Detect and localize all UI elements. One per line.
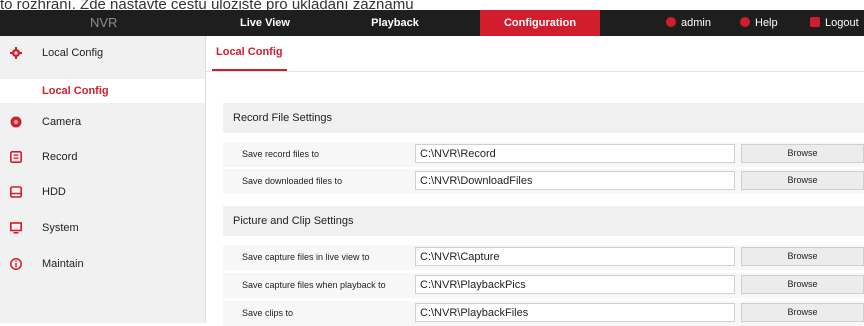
sidebar-subitem-label: Local Config (42, 85, 109, 97)
sidebar-item-label: HDD (42, 186, 66, 198)
main-tab-bar: Local Config (206, 36, 864, 72)
section-title: Picture and Clip Settings (233, 215, 354, 227)
setting-row: Save downloaded files to C:\NVR\Download… (223, 169, 864, 194)
section-header-record-file-settings: Record File Settings (223, 103, 864, 133)
tab-live-view[interactable]: Live View (200, 10, 330, 36)
camera-icon (10, 116, 22, 128)
logout-icon (810, 17, 820, 28)
sidebar-item-hdd[interactable]: HDD (0, 175, 205, 209)
browse-button[interactable]: Browse (741, 275, 864, 294)
sidebar-subitem-local-config[interactable]: Local Config (0, 79, 205, 103)
setting-row: Save clips to C:\NVR\PlaybackFiles Brows… (223, 301, 864, 326)
browse-button[interactable]: Browse (741, 144, 864, 163)
sidebar-item-maintain[interactable]: Maintain (0, 247, 205, 281)
browse-button[interactable]: Browse (741, 247, 864, 266)
tab-local-config[interactable]: Local Config (212, 36, 287, 71)
main-content: Local Config Record File Settings Save r… (206, 36, 864, 326)
sidebar: Local Config Local Config Camera Record … (0, 36, 206, 323)
record-path-field[interactable]: C:\NVR\Record (415, 144, 735, 163)
playback-pics-path-field[interactable]: C:\NVR\PlaybackPics (415, 275, 735, 294)
logout-label: Logout (825, 17, 859, 29)
setting-label: Save clips to (242, 308, 294, 318)
browse-button[interactable]: Browse (741, 171, 864, 190)
sidebar-item-record[interactable]: Record (0, 140, 205, 174)
top-navigation-bar: NVR Live View Playback Configuration adm… (0, 10, 864, 36)
download-path-field[interactable]: C:\NVR\DownloadFiles (415, 171, 735, 190)
tab-configuration[interactable]: Configuration (480, 10, 600, 36)
caption-text: to rozhraní. Zde nastavte cestu úložiště… (0, 0, 414, 10)
sidebar-item-label: Camera (42, 116, 82, 128)
sidebar-item-label: Local Config (42, 47, 104, 59)
clips-path-field[interactable]: C:\NVR\PlaybackFiles (415, 303, 735, 322)
user-menu[interactable]: admin (666, 10, 711, 36)
username-label: admin (681, 17, 711, 29)
setting-row: Save capture files when playback to C:\N… (223, 273, 864, 298)
setting-label: Save record files to (242, 149, 320, 159)
sidebar-item-system[interactable]: System (0, 211, 205, 245)
record-icon (10, 151, 22, 163)
setting-label: Save capture files in live view to (242, 252, 370, 262)
sidebar-item-local-config[interactable]: Local Config (0, 36, 205, 70)
sidebar-item-label: Maintain (42, 258, 84, 270)
section-header-picture-clip-settings: Picture and Clip Settings (223, 206, 864, 236)
brand-logo: NVR (90, 15, 118, 30)
section-title: Record File Settings (233, 112, 333, 124)
browse-button[interactable]: Browse (741, 303, 864, 322)
sidebar-item-camera[interactable]: Camera (0, 105, 205, 139)
sidebar-item-label: System (42, 222, 79, 234)
sidebar-item-label: Record (42, 151, 78, 163)
help-link[interactable]: Help (740, 10, 778, 36)
setting-label: Save downloaded files to (242, 176, 343, 186)
monitor-icon (10, 222, 22, 234)
hdd-icon (10, 186, 22, 198)
user-icon (666, 17, 676, 28)
setting-row: Save record files to C:\NVR\Record Brows… (223, 142, 864, 167)
document-caption-fragment: to rozhraní. Zde nastavte cestu úložiště… (0, 0, 864, 10)
help-icon (740, 17, 750, 28)
setting-label: Save capture files when playback to (242, 280, 386, 290)
tab-playback[interactable]: Playback (340, 10, 450, 36)
help-label: Help (755, 17, 778, 29)
gear-icon (10, 47, 22, 59)
capture-path-field[interactable]: C:\NVR\Capture (415, 247, 735, 266)
info-icon (10, 258, 22, 270)
logout-link[interactable]: Logout (810, 10, 859, 36)
setting-row: Save capture files in live view to C:\NV… (223, 245, 864, 270)
